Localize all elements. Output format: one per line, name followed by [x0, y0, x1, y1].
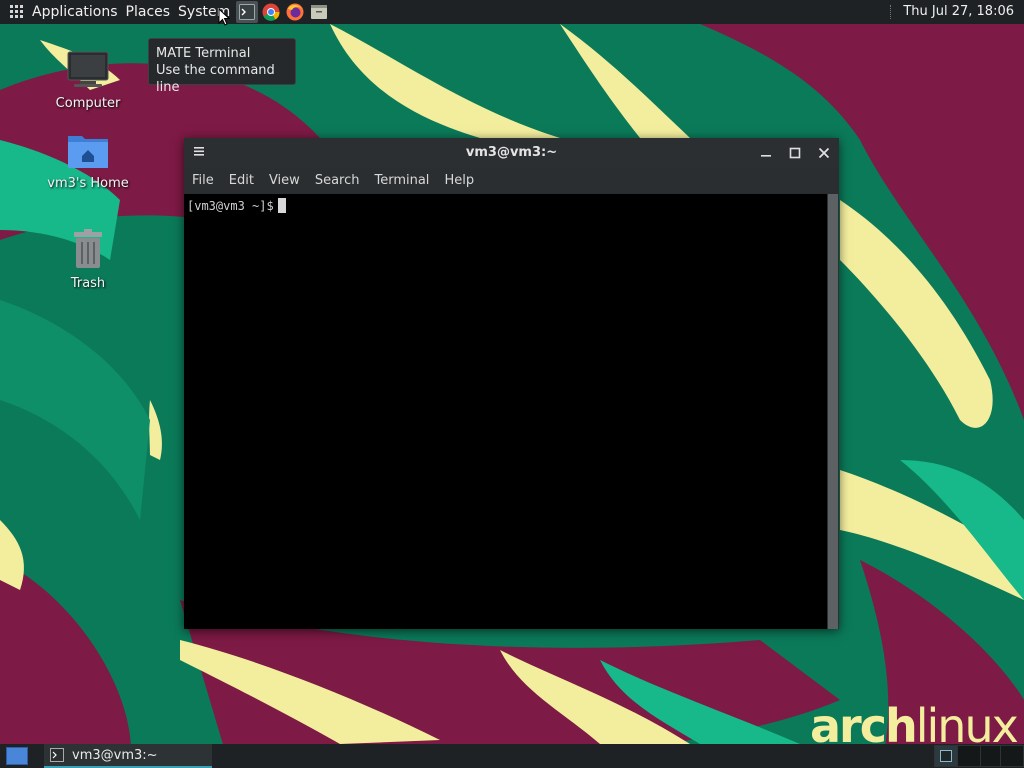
applications-menu[interactable]: Applications [28, 0, 122, 24]
desktop-icon-home[interactable]: vm3's Home [43, 130, 133, 191]
minimize-button[interactable] [756, 143, 776, 163]
desktop-icon-label: Computer [55, 96, 121, 111]
maximize-icon [789, 147, 801, 159]
app-grid-icon[interactable] [6, 0, 28, 24]
trash-icon [74, 229, 102, 268]
terminal-window[interactable]: vm3@vm3:~ File Edit View Search Terminal… [184, 138, 839, 629]
firefox-launcher[interactable] [284, 1, 306, 23]
desktop-icon-computer[interactable]: Computer [43, 50, 133, 111]
tooltip-description: Use the command line [156, 63, 275, 95]
places-menu[interactable]: Places [122, 0, 175, 24]
chrome-icon [262, 3, 280, 21]
desktop-icon-label: vm3's Home [47, 176, 129, 191]
menu-edit[interactable]: Edit [225, 173, 258, 188]
menu-file[interactable]: File [188, 173, 218, 188]
terminal-launcher[interactable] [236, 1, 259, 23]
bottom-panel: vm3@vm3:~ [0, 744, 1024, 768]
panel-separator [890, 5, 892, 19]
window-titlebar[interactable]: vm3@vm3:~ [184, 138, 839, 167]
menu-help[interactable]: Help [440, 173, 478, 188]
terminal-icon [239, 4, 256, 20]
file-manager-launcher[interactable] [308, 1, 330, 23]
scrollbar-thumb[interactable] [828, 194, 838, 629]
close-icon [818, 147, 830, 159]
top-panel: Applications Places System Thu Jul 27, 1… [0, 0, 1024, 24]
menu-view[interactable]: View [265, 173, 304, 188]
minimize-icon [761, 155, 771, 157]
firefox-icon [286, 3, 304, 21]
file-manager-icon [311, 5, 328, 19]
launcher-tooltip: MATE Terminal Use the command line [148, 38, 296, 95]
tooltip-title: MATE Terminal [156, 46, 251, 61]
text-cursor [277, 198, 286, 213]
terminal-output[interactable]: [vm3@vm3 ~]$ [184, 194, 827, 629]
desktop-icon-trash[interactable]: Trash [43, 228, 133, 291]
menu-search[interactable]: Search [311, 173, 364, 188]
menu-terminal[interactable]: Terminal [370, 173, 433, 188]
close-button[interactable] [814, 143, 834, 163]
shell-prompt: [vm3@vm3 ~]$ [187, 199, 274, 213]
terminal-icon [50, 748, 64, 762]
terminal-scrollbar[interactable] [827, 194, 839, 629]
clock[interactable]: Thu Jul 27, 18:06 [903, 0, 1014, 24]
taskbar-item-terminal[interactable]: vm3@vm3:~ [44, 744, 212, 768]
computer-icon [67, 51, 109, 87]
show-desktop-button[interactable] [6, 747, 28, 765]
terminal-menubar: File Edit View Search Terminal Help [184, 167, 839, 194]
home-folder-icon [68, 136, 108, 168]
window-title: vm3@vm3:~ [465, 145, 558, 160]
workspace-window-thumbnail [940, 750, 952, 762]
window-menu-icon[interactable] [192, 144, 206, 158]
maximize-button[interactable] [785, 143, 805, 163]
chrome-launcher[interactable] [260, 1, 282, 23]
workspace-4[interactable] [1000, 745, 1024, 767]
taskbar-item-label: vm3@vm3:~ [72, 747, 158, 763]
desktop-icon-label: Trash [70, 276, 106, 291]
mouse-pointer [218, 8, 230, 26]
